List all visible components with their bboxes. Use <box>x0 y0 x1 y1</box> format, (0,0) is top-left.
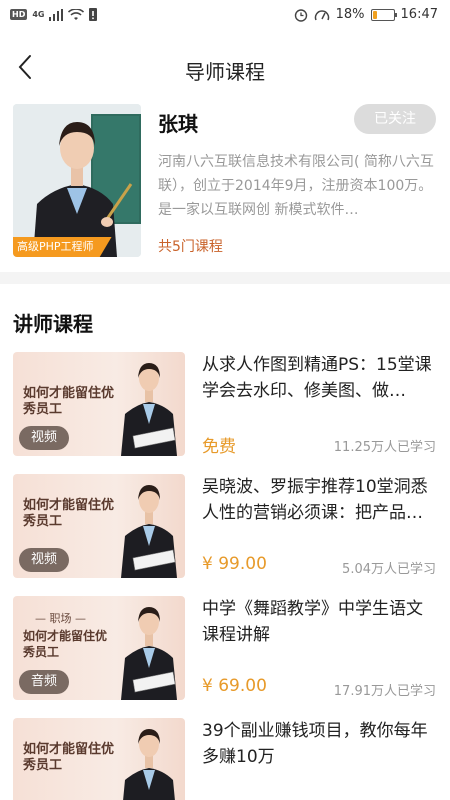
course-price: ¥ 69.00 <box>202 676 267 696</box>
course-price: 免费 <box>202 437 236 457</box>
thumbnail-title: 如何才能留住优秀员工 <box>23 742 115 773</box>
course-title: 吴晓波、罗振宇推荐10堂洞悉人性的营销必须课：把产品… <box>202 477 428 523</box>
nav-bar: 导师课程 <box>0 32 450 102</box>
course-item[interactable]: 如何才能留住优秀员工 39个副业赚钱项目，教你每年多赚10万 <box>0 718 450 800</box>
course-thumbnail: — 职场 — 如何才能留住优秀员工 音频 <box>13 596 185 700</box>
course-thumbnail: 如何才能留住优秀员工 <box>13 718 185 800</box>
status-bar: HD 4G 18% 16:47 <box>0 0 450 32</box>
thumbnail-title: 如何才能留住优秀员工 <box>23 629 108 659</box>
teacher-photo: 高级PHP工程师 <box>13 104 141 257</box>
alarm-icon <box>294 8 307 22</box>
thumbnail-subtitle: — 职场 — <box>35 612 86 625</box>
course-thumbnail: 如何才能留住优秀员工 视频 <box>13 352 185 456</box>
wifi-icon <box>68 8 85 20</box>
course-title: 39个副业赚钱项目，教你每年多赚10万 <box>202 721 428 767</box>
teacher-name: 张琪 <box>158 112 198 136</box>
course-item[interactable]: — 职场 — 如何才能留住优秀员工 音频 中学《舞蹈教学》中学生语文课程讲解 ¥… <box>0 596 450 716</box>
presenter-image <box>121 363 177 456</box>
thumbnail-title: 如何才能留住优秀员工 <box>23 498 115 529</box>
alert-icon <box>89 8 98 21</box>
battery-icon <box>370 8 397 21</box>
page-title: 导师课程 <box>185 60 265 84</box>
course-type-badge: 视频 <box>19 548 69 572</box>
course-learners: 17.91万人已学习 <box>333 684 436 699</box>
course-count: 共5门课程 <box>158 239 223 255</box>
course-price: ¥ 99.00 <box>202 554 267 574</box>
course-learners: 11.25万人已学习 <box>333 440 436 455</box>
presenter-image <box>121 485 177 578</box>
presenter-image <box>123 729 175 800</box>
thumbnail-title: 如何才能留住优秀员工 <box>23 386 115 417</box>
course-type-badge: 视频 <box>19 426 69 450</box>
section-title: 讲师课程 <box>13 312 93 336</box>
speedometer-icon <box>314 9 329 20</box>
network-type: 4G <box>32 9 45 19</box>
course-item[interactable]: 如何才能留住优秀员工 视频 从求人作图到精通PS：15堂课学会去水印、修美图、做… <box>0 352 450 472</box>
course-title: 从求人作图到精通PS：15堂课学会去水印、修美图、做… <box>202 355 432 401</box>
hd-indicator: HD <box>10 9 28 20</box>
course-item[interactable]: 如何才能留住优秀员工 视频 吴晓波、罗振宇推荐10堂洞悉人性的营销必须课：把产品… <box>0 474 450 594</box>
battery-percent: 18% <box>335 7 365 22</box>
signal-icon <box>49 8 64 21</box>
follow-button[interactable]: 已关注 <box>354 104 436 134</box>
presenter-image <box>121 607 177 700</box>
teacher-description: 河南八六互联信息技术有限公司( 简称八六互联），创立于2014年9月，注册资本1… <box>158 154 434 218</box>
course-type-badge: 音频 <box>19 670 69 694</box>
teacher-card: 高级PHP工程师 张琪 已关注 河南八六互联信息技术有限公司( 简称八六互联），… <box>0 102 450 272</box>
teacher-portrait-image <box>13 104 141 257</box>
clock: 16:47 <box>400 7 438 22</box>
course-title: 中学《舞蹈教学》中学生语文课程讲解 <box>202 599 423 645</box>
course-thumbnail: 如何才能留住优秀员工 视频 <box>13 474 185 578</box>
teacher-title-badge: 高级PHP工程师 <box>13 237 112 257</box>
battery-level <box>372 10 377 19</box>
section-divider <box>0 272 450 284</box>
course-learners: 5.04万人已学习 <box>342 562 436 577</box>
